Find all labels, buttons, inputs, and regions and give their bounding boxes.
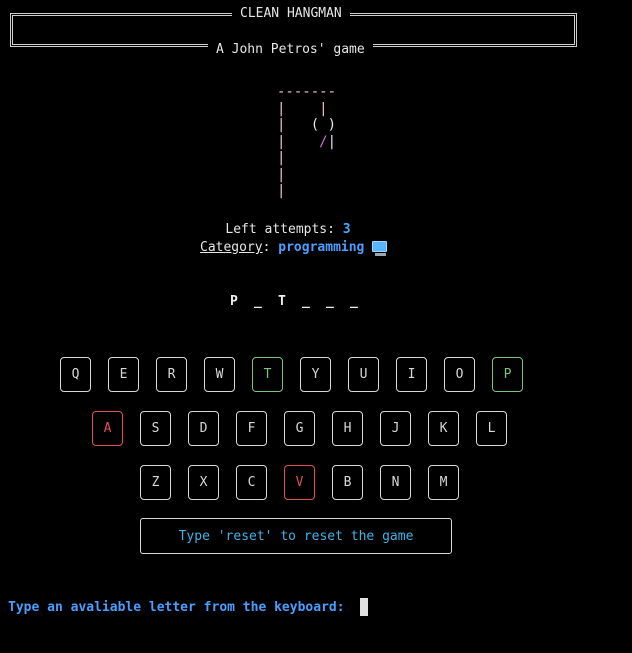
word-letter: P xyxy=(230,294,238,309)
word-letter: _ xyxy=(350,294,358,309)
word-letter: _ xyxy=(302,294,310,309)
gallows-post: | xyxy=(277,166,286,183)
hangman-body: | xyxy=(327,133,337,150)
key-f[interactable]: F xyxy=(236,411,267,446)
word-letter: _ xyxy=(326,294,334,309)
key-r[interactable]: R xyxy=(156,357,187,392)
key-v[interactable]: V xyxy=(284,465,315,500)
key-g[interactable]: G xyxy=(284,411,315,446)
category-line: Category: programming xyxy=(200,240,388,256)
key-u[interactable]: U xyxy=(348,357,379,392)
game-title: CLEAN HANGMAN xyxy=(232,6,350,22)
attempts-value: 3 xyxy=(342,222,351,237)
key-z[interactable]: Z xyxy=(140,465,171,500)
gallows-top: ------- xyxy=(277,84,337,100)
key-i[interactable]: I xyxy=(396,357,427,392)
key-l[interactable]: L xyxy=(476,411,507,446)
key-b[interactable]: B xyxy=(332,465,363,500)
key-a[interactable]: A xyxy=(92,411,123,446)
category-value: programming xyxy=(278,240,365,255)
key-x[interactable]: X xyxy=(188,465,219,500)
key-m[interactable]: M xyxy=(428,465,459,500)
word-letter: T xyxy=(278,294,286,309)
key-p[interactable]: P xyxy=(492,357,523,392)
key-e[interactable]: E xyxy=(108,357,139,392)
gallows-art: ------- | | | ( ) | /| | | | xyxy=(277,84,336,200)
key-n[interactable]: N xyxy=(380,465,411,500)
game-subtitle: A John Petros' game xyxy=(208,42,373,58)
gallows-post: | xyxy=(277,133,320,150)
hidden-word: P _ T _ _ _ xyxy=(230,294,374,310)
reset-hint-box: Type 'reset' to reset the game xyxy=(140,518,452,554)
gallows-post: | xyxy=(277,117,311,133)
key-k[interactable]: K xyxy=(428,411,459,446)
input-prompt: Type an avaliable letter from the keyboa… xyxy=(8,600,345,615)
category-separator: : xyxy=(262,240,279,255)
key-h[interactable]: H xyxy=(332,411,363,446)
attempts-label: Left attempts: xyxy=(225,222,343,237)
key-q[interactable]: Q xyxy=(60,357,91,392)
key-w[interactable]: W xyxy=(204,357,235,392)
category-label: Category xyxy=(200,240,263,255)
key-y[interactable]: Y xyxy=(300,357,331,392)
attempts-line: Left attempts: 3 xyxy=(0,222,576,238)
word-letter: _ xyxy=(254,294,262,309)
hangman-left-arm: / xyxy=(319,133,328,150)
key-j[interactable]: J xyxy=(380,411,411,446)
key-o[interactable]: O xyxy=(444,357,475,392)
key-c[interactable]: C xyxy=(236,465,267,500)
gallows-rope-line: | | xyxy=(277,100,328,117)
hangman-head: ( ) xyxy=(310,117,337,133)
key-d[interactable]: D xyxy=(188,411,219,446)
key-s[interactable]: S xyxy=(140,411,171,446)
key-t[interactable]: T xyxy=(252,357,283,392)
gallows-post: | xyxy=(277,150,286,166)
monitor-icon xyxy=(372,241,388,256)
gallows-post: | xyxy=(277,183,286,199)
text-cursor[interactable] xyxy=(360,598,368,616)
